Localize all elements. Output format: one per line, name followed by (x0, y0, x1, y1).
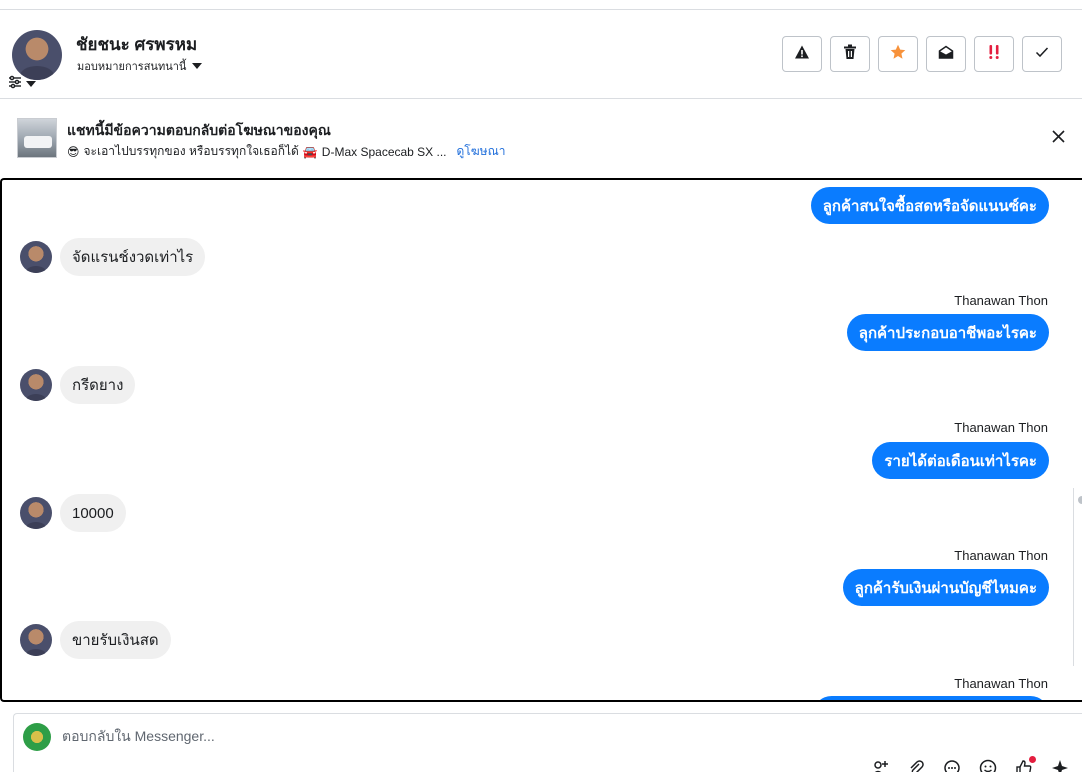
page-avatar (23, 723, 51, 751)
outgoing-message[interactable]: ลูกค้าสนใจซื้อสดหรือจัดแนนซ์คะ (810, 187, 1049, 224)
car-emoji-icon: 🚘 (302, 144, 318, 159)
warning-icon (794, 44, 810, 65)
follow-up-icon (986, 44, 1002, 65)
contact-avatar-small[interactable] (20, 497, 52, 529)
mark-spam-button[interactable] (782, 36, 822, 72)
chat-bubble-icon (943, 759, 961, 772)
paperclip-icon (907, 759, 925, 772)
side-panel-edge (1073, 488, 1082, 666)
emoji-button[interactable] (978, 759, 998, 772)
header-actions (782, 36, 1062, 72)
outgoing-message[interactable] (813, 696, 1049, 700)
ai-assist-button[interactable] (1050, 759, 1070, 772)
person-add-icon (871, 759, 889, 772)
message-thread[interactable]: ลูกค้าสนใจซื้อสดหรือจัดแนนซ์คะ จัดแรนช์ง… (0, 178, 1082, 702)
incoming-message[interactable]: ขายรับเงินสด (60, 621, 171, 659)
incoming-message-row: 10000 (20, 494, 126, 532)
reply-composer (13, 713, 1082, 772)
reply-input[interactable] (62, 728, 762, 744)
close-banner-button[interactable] (1048, 129, 1068, 149)
outgoing-message[interactable]: รายได้ต่อเดือนเท่าไรคะ (872, 442, 1049, 479)
sender-name: Thanawan Thon (954, 676, 1048, 691)
incoming-message-row: ขายรับเงินสด (20, 621, 171, 659)
sender-name: Thanawan Thon (954, 293, 1048, 308)
contact-avatar[interactable] (12, 30, 62, 80)
outgoing-message[interactable]: ลุกค้าประกอบอาชีพอะไรคะ (846, 314, 1049, 351)
notification-dot (1029, 756, 1036, 763)
follow-up-button[interactable] (974, 36, 1014, 72)
add-contact-button[interactable] (870, 760, 890, 772)
composer-tools (870, 756, 1070, 772)
contact-avatar-small[interactable] (20, 241, 52, 273)
like-button[interactable] (1014, 756, 1036, 772)
filter-button[interactable] (8, 75, 48, 94)
saved-reply-button[interactable] (942, 759, 962, 772)
smiley-icon (979, 759, 997, 772)
incoming-message-row: จัดแรนช์งวดเท่าไร (20, 238, 206, 276)
sparkle-icon (1051, 759, 1069, 772)
sunglasses-emoji-icon: 😎 (67, 144, 80, 159)
ad-snippet-text: จะเอาไปบรรทุกของ หรือบรรทุกใจเธอก็ได้ (83, 144, 299, 158)
ad-snippet: 😎 จะเอาไปบรรทุกของ หรือบรรทุกใจเธอก็ได้ … (67, 142, 505, 161)
star-button[interactable] (878, 36, 918, 72)
mark-unread-button[interactable] (926, 36, 966, 72)
delete-button[interactable] (830, 36, 870, 72)
check-icon (1035, 45, 1049, 63)
star-icon (890, 44, 906, 65)
contact-avatar-small[interactable] (20, 624, 52, 656)
outgoing-message[interactable]: ลูกค้ารับเงินผ่านบัญชีไหมคะ (842, 569, 1049, 606)
incoming-message[interactable]: 10000 (60, 494, 126, 532)
conversation-header: ชัยชนะ ศรพรหม มอบหมายการสนทนานี้ (0, 10, 1082, 99)
mark-unread-icon (938, 44, 954, 65)
mark-done-button[interactable] (1022, 36, 1062, 72)
ad-snippet-text-2: D-Max Spacecab SX ... (321, 144, 447, 159)
assign-conversation-dropdown[interactable]: มอบหมายการสนทนานี้ (77, 57, 203, 75)
incoming-message-row: กรีดยาง (20, 366, 136, 404)
sender-name: Thanawan Thon (954, 548, 1048, 563)
incoming-message[interactable]: กรีดยาง (60, 366, 136, 404)
attach-button[interactable] (906, 759, 926, 772)
contact-name: ชัยชนะ ศรพรหม (76, 35, 198, 54)
ad-banner-title: แชทนี้มีข้อความตอบกลับต่อโฆษณาของคุณ (67, 122, 331, 138)
chevron-down-icon (26, 81, 36, 87)
chevron-down-icon (192, 63, 203, 69)
sliders-icon (8, 75, 22, 94)
ad-reply-banner: แชทนี้มีข้อความตอบกลับต่อโฆษณาของคุณ 😎 จ… (0, 99, 1082, 179)
sender-name: Thanawan Thon (954, 420, 1048, 435)
assign-label: มอบหมายการสนทนานี้ (77, 61, 187, 73)
ad-thumbnail[interactable] (17, 118, 57, 158)
trash-icon (843, 44, 857, 65)
messenger-inbox-page: ชัยชนะ ศรพรหม มอบหมายการสนทนานี้ แชทนี้ม… (0, 0, 1082, 772)
incoming-message[interactable]: จัดแรนช์งวดเท่าไร (60, 238, 206, 276)
contact-avatar-small[interactable] (20, 369, 52, 401)
close-icon (1051, 130, 1065, 148)
view-ad-link[interactable]: ดูโฆษณา (457, 142, 506, 161)
